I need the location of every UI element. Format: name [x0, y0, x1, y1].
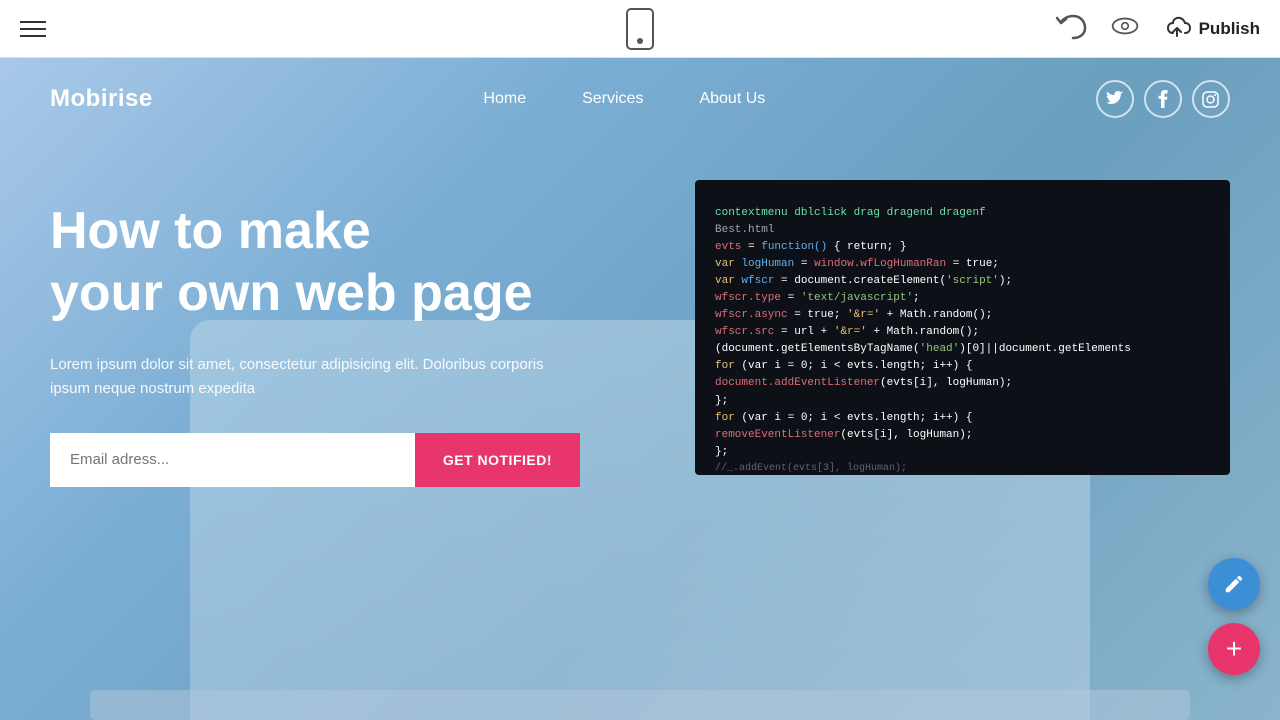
fab-add-button[interactable]: + — [1208, 623, 1260, 675]
code-screenshot: contextmenu dblclick drag dragend dragen… — [695, 180, 1230, 475]
site-nav: Home Services About Us — [455, 82, 793, 116]
site-social — [1096, 80, 1230, 118]
hero-title: How to make your own web page — [50, 200, 695, 325]
undo-icon[interactable] — [1055, 14, 1087, 44]
toolbar-left — [20, 21, 46, 37]
email-input[interactable] — [50, 433, 415, 487]
hero-content: How to make your own web page Lorem ipsu… — [0, 140, 1280, 487]
laptop-base — [90, 690, 1190, 720]
publish-label: Publish — [1199, 19, 1260, 39]
fab-add-label: + — [1226, 633, 1242, 665]
toolbar: Publish — [0, 0, 1280, 58]
site-logo: Mobirise — [50, 85, 153, 113]
code-bg: contextmenu dblclick drag dragend dragen… — [695, 180, 1230, 475]
twitter-icon[interactable] — [1096, 80, 1134, 118]
hero-title-line2: your own web page — [50, 264, 533, 322]
site-navbar: Mobirise Home Services About Us — [0, 58, 1280, 140]
mobile-preview-icon[interactable] — [626, 8, 654, 50]
hero-text: How to make your own web page Lorem ipsu… — [50, 180, 695, 487]
hero-form: GET NOTIFIED! — [50, 433, 580, 487]
preview-icon[interactable] — [1111, 15, 1139, 42]
nav-services[interactable]: Services — [554, 82, 671, 116]
hero-title-line1: How to make — [50, 202, 371, 260]
instagram-icon[interactable] — [1192, 80, 1230, 118]
toolbar-right: Publish — [1055, 14, 1260, 44]
toolbar-center — [626, 8, 654, 50]
cloud-upload-icon — [1163, 15, 1191, 43]
fab-edit-button[interactable] — [1208, 558, 1260, 610]
notify-button[interactable]: GET NOTIFIED! — [415, 433, 580, 487]
facebook-icon[interactable] — [1144, 80, 1182, 118]
hero-subtitle: Lorem ipsum dolor sit amet, consectetur … — [50, 353, 570, 401]
code-content: contextmenu dblclick drag dragend dragen… — [695, 190, 1230, 475]
website-preview: Mobirise Home Services About Us — [0, 58, 1280, 720]
nav-home[interactable]: Home — [455, 82, 554, 116]
preview-area: Mobirise Home Services About Us — [0, 58, 1280, 720]
hamburger-icon[interactable] — [20, 21, 46, 37]
nav-about-us[interactable]: About Us — [671, 82, 793, 116]
publish-button[interactable]: Publish — [1163, 15, 1260, 43]
